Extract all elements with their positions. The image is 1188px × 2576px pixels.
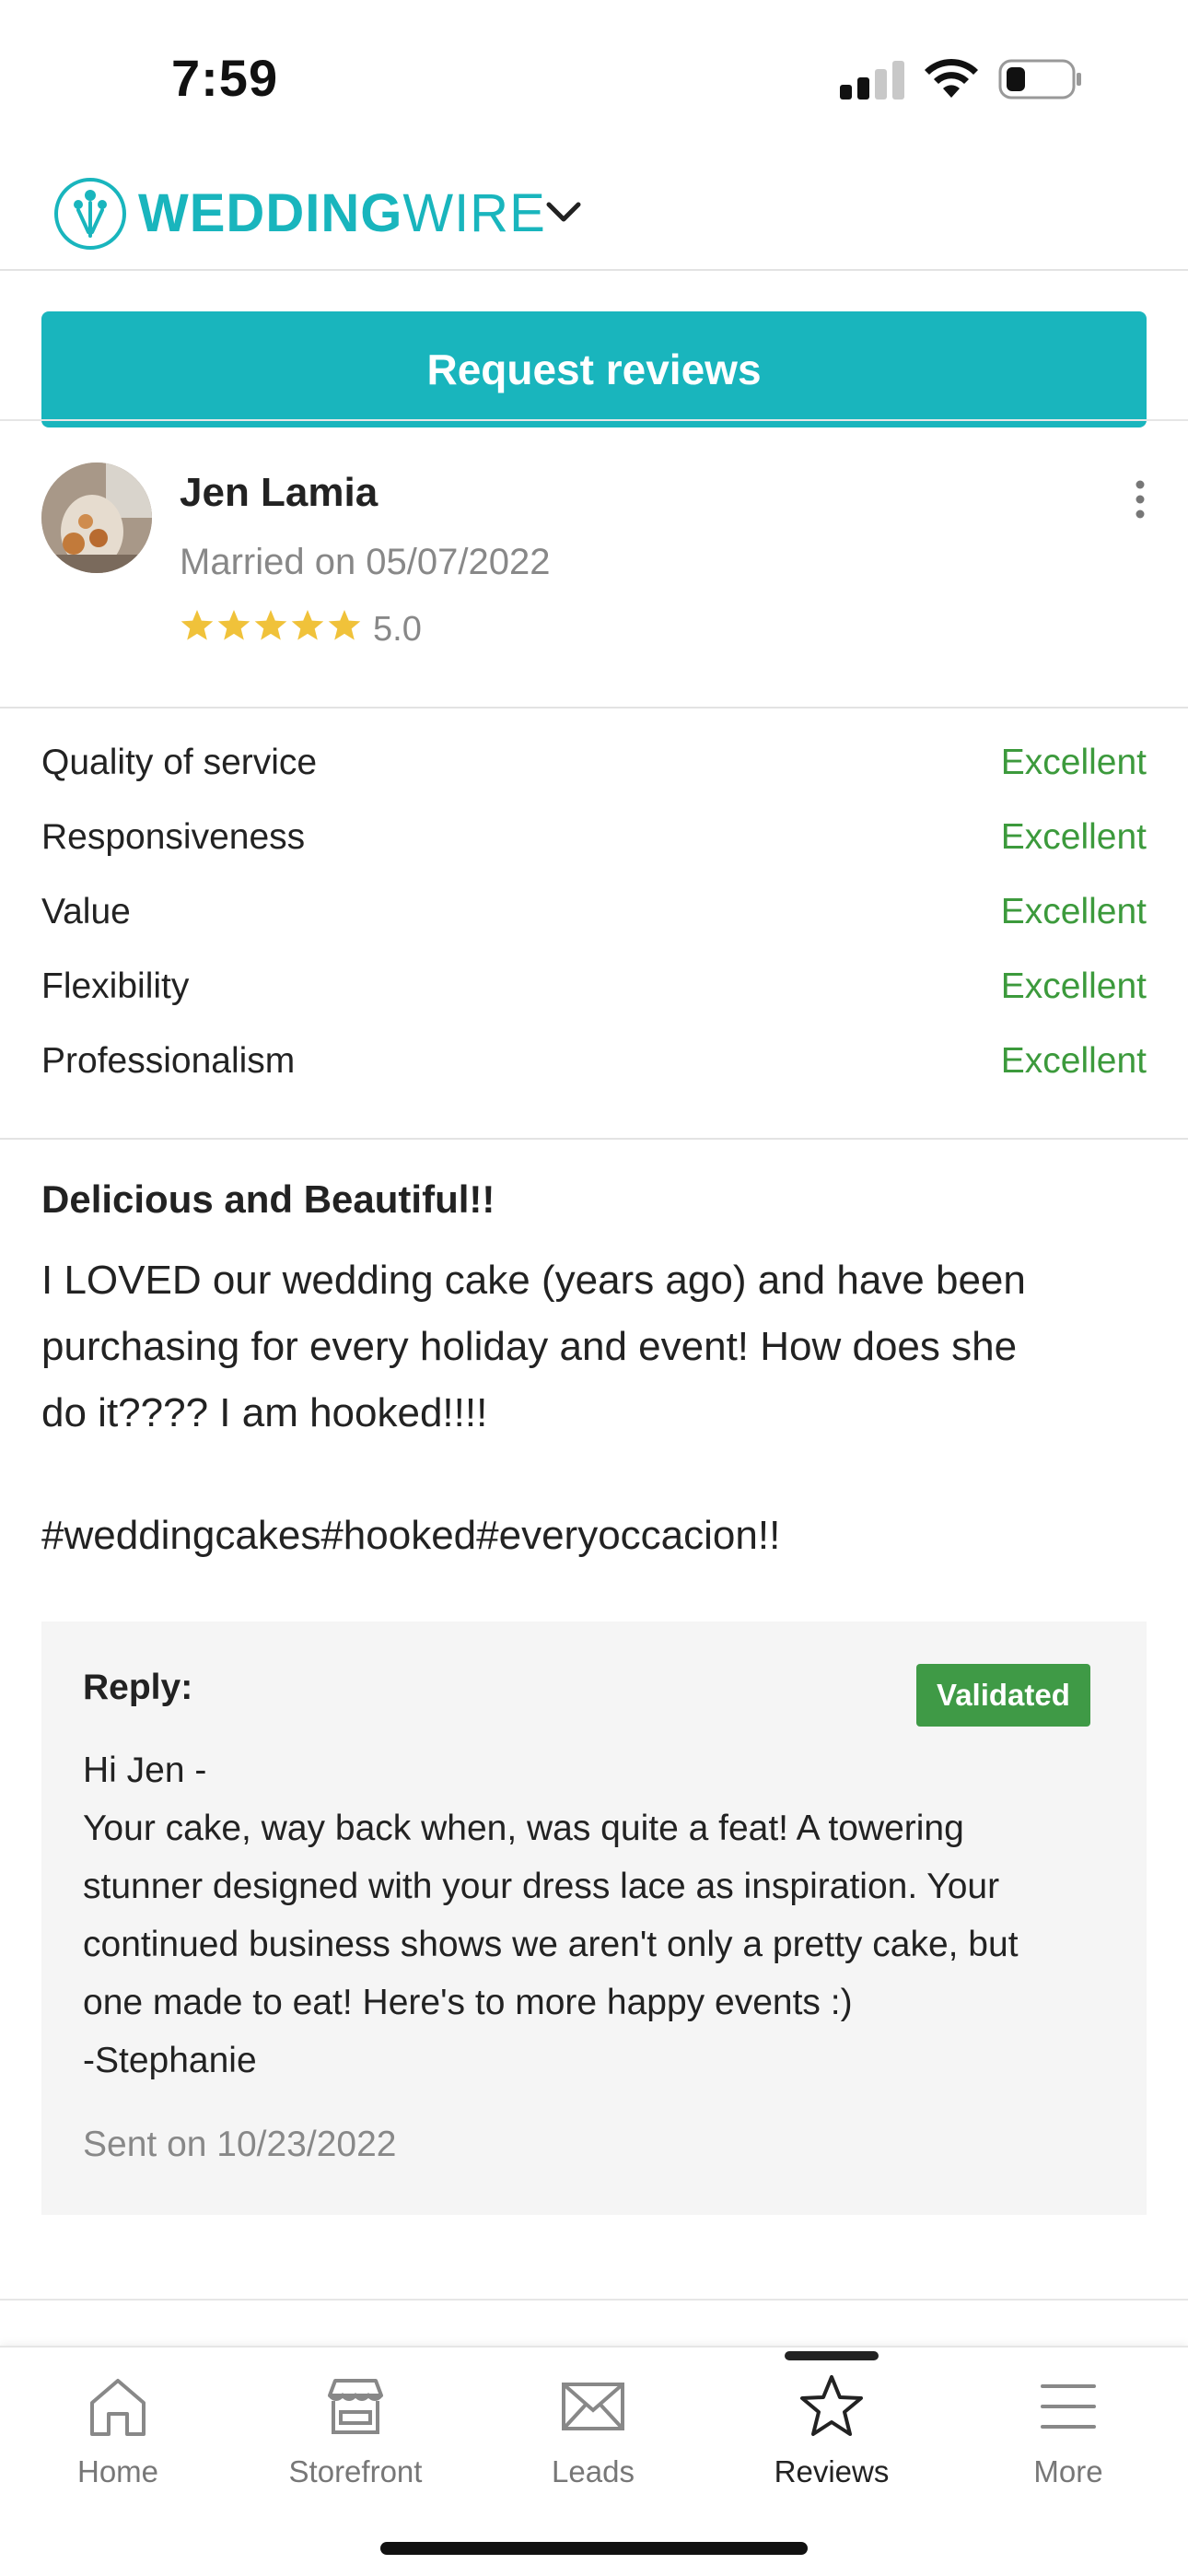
tab-label: Storefront: [288, 2454, 423, 2488]
rating-category-label: Value: [41, 892, 131, 931]
review-text-line: do it???? I am hooked!!!!: [41, 1390, 488, 1435]
rating-star-icon: [291, 610, 324, 640]
rating-category-value: Excellent: [1000, 966, 1147, 1006]
tab-label: More: [1033, 2454, 1103, 2488]
rating-row: Flexibility Excellent: [41, 966, 1147, 1041]
review-text-line: I LOVED our wedding cake (years ago) and…: [41, 1258, 1026, 1303]
reply-text-line: stunner designed with your dress lace as…: [83, 1867, 1000, 1906]
rating-star-icon: [217, 610, 250, 640]
avatar-image: [41, 463, 152, 573]
reply-text-line: continued business shows we aren't only …: [83, 1925, 1019, 1964]
tab-label: Home: [76, 2454, 159, 2488]
rating-category-value: Excellent: [1000, 892, 1147, 931]
divider: [0, 419, 1188, 421]
chevron-down-icon[interactable]: [543, 193, 584, 230]
battery-icon: [998, 59, 1081, 100]
divider: [0, 2299, 1188, 2301]
reply-text-line: one made to eat! Here's to more happy ev…: [83, 1983, 853, 2022]
review-title: Delicious and Beautiful!!: [41, 1177, 495, 1221]
cellular-signal-icon: [840, 61, 904, 100]
rating-star-icon: [328, 610, 361, 640]
rating-category-value: Excellent: [1000, 817, 1147, 857]
star-rating: [180, 608, 362, 643]
reply-text: Hi Jen - Your cake, way back when, was q…: [83, 1741, 1114, 2090]
status-time: 7:59: [171, 49, 279, 107]
review-text: I LOVED our wedding cake (years ago) and…: [41, 1247, 1147, 1446]
status-bar: 7:59: [0, 0, 1188, 157]
brand-wordmark[interactable]: WEDDINGWIRE: [138, 182, 546, 244]
review-tags: #weddingcakes#hooked#everyoccacion!!: [41, 1513, 781, 1558]
more-options-icon[interactable]: [1125, 477, 1155, 521]
brand-wordmark-bold: WEDDING: [138, 183, 403, 243]
rating-row: Value Excellent: [41, 892, 1147, 966]
reply-sent-date: Sent on 10/23/2022: [83, 2125, 397, 2164]
rating-category-label: Quality of service: [41, 743, 318, 782]
reviewer-name: Jen Lamia: [180, 470, 379, 515]
rating-category-value: Excellent: [1000, 1041, 1147, 1081]
divider: [0, 1138, 1188, 1140]
menu-icon: [1041, 2384, 1096, 2429]
rating-row: Professionalism Excellent: [41, 1041, 1147, 1116]
rating-category-label: Professionalism: [41, 1041, 296, 1081]
app-header: WEDDINGWIRE: [0, 157, 1188, 271]
validated-badge: Validated: [916, 1664, 1090, 1727]
reply-text-line: -Stephanie: [83, 2041, 257, 2080]
storefront-icon: [328, 2379, 383, 2434]
reply-box: Reply: Validated Hi Jen - Your cake, way…: [41, 1622, 1147, 2215]
mail-icon: [562, 2383, 624, 2430]
tab-home[interactable]: Home: [26, 2348, 210, 2495]
rating-category-value: Excellent: [1000, 743, 1147, 782]
rating-star-icon: [181, 610, 214, 640]
home-indicator: [380, 2542, 808, 2555]
rating-category-label: Flexibility: [41, 966, 190, 1006]
star-icon: [800, 2375, 863, 2436]
tab-label: Leads: [552, 2454, 635, 2488]
avatar: [41, 463, 152, 573]
tab-more[interactable]: More: [976, 2348, 1160, 2495]
reply-text-line: Hi Jen -: [83, 1751, 207, 1790]
tab-reviews[interactable]: Reviews: [740, 2348, 924, 2495]
rating-row: Responsiveness Excellent: [41, 817, 1147, 892]
review-text-line: purchasing for every holiday and event! …: [41, 1324, 1018, 1369]
rating-star-icon: [254, 610, 287, 640]
reply-text-line: Your cake, way back when, was quite a fe…: [83, 1809, 964, 1848]
rating-category-label: Responsiveness: [41, 817, 306, 857]
reply-label: Reply:: [83, 1668, 193, 1707]
brand-wordmark-light: WIRE: [402, 183, 546, 243]
tab-storefront[interactable]: Storefront: [263, 2348, 448, 2495]
rating-value: 5.0: [373, 610, 422, 649]
weddingwire-logo-icon: [54, 178, 126, 250]
home-icon: [90, 2379, 146, 2436]
tab-label: Reviews: [774, 2454, 890, 2488]
rating-row: Quality of service Excellent: [41, 743, 1147, 817]
request-reviews-button[interactable]: Request reviews: [41, 311, 1147, 427]
tab-leads[interactable]: Leads: [501, 2348, 685, 2495]
rating-categories: Quality of service Excellent Responsiven…: [41, 743, 1147, 1116]
married-date: Married on 05/07/2022: [180, 542, 551, 582]
divider: [0, 707, 1188, 708]
wifi-icon: [925, 58, 978, 98]
